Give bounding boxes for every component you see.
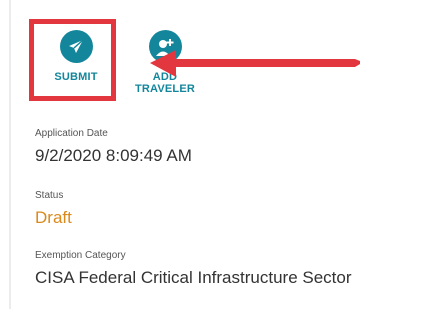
status-badge: Draft [35, 208, 72, 227]
add-traveler-button[interactable]: ADD TRAVELER [133, 30, 197, 95]
exemption-category-value: CISA Federal Critical Infrastructure Sec… [35, 268, 352, 287]
application-date-label: Application Date [35, 128, 108, 139]
application-date-value: 9/2/2020 8:09:49 AM [35, 146, 192, 165]
add-traveler-label-line2: TRAVELER [134, 83, 196, 95]
add-traveler-label-line1: ADD [152, 71, 178, 83]
status-field: Status Draft [35, 190, 72, 228]
submit-highlight-box [29, 19, 116, 101]
application-detail-panel: SUBMIT ADD TRAVELER Application Date 9/2… [0, 0, 432, 309]
add-person-icon [148, 30, 182, 63]
panel-divider [9, 0, 11, 309]
exemption-category-label: Exemption Category [35, 250, 126, 261]
add-traveler-label: ADD TRAVELER [135, 71, 195, 95]
status-label: Status [35, 190, 64, 201]
exemption-category-field: Exemption Category CISA Federal Critical… [35, 250, 352, 288]
application-date-field: Application Date 9/2/2020 8:09:49 AM [35, 128, 192, 166]
